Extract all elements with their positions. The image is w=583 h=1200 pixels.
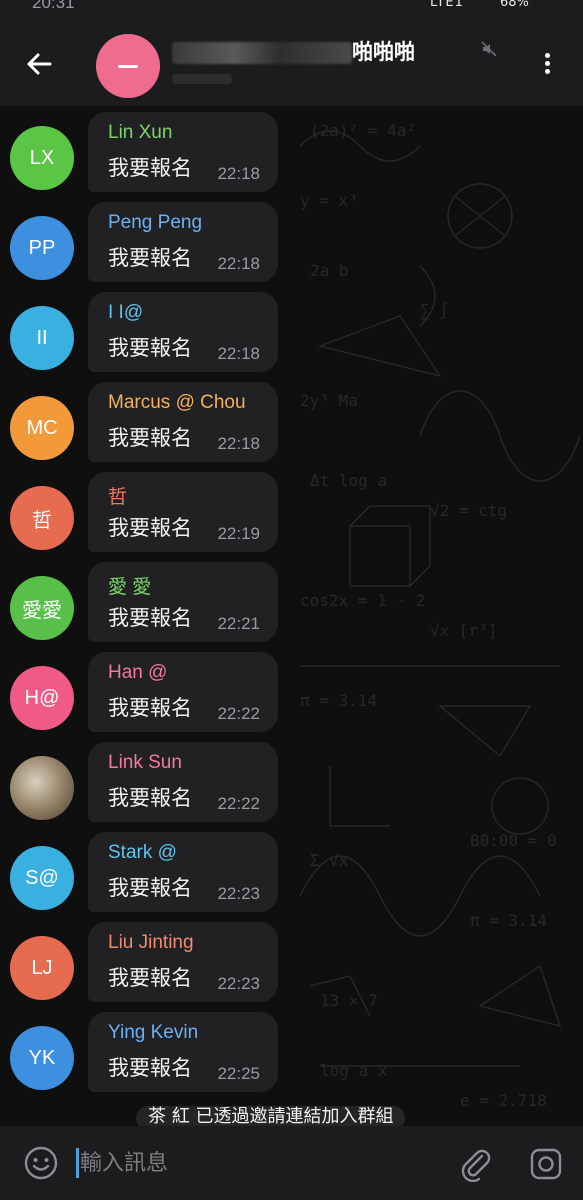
sender-avatar[interactable]: PP [10, 216, 74, 280]
attach-button[interactable] [456, 1144, 494, 1183]
sender-avatar[interactable]: YK [10, 1026, 74, 1090]
sender-name[interactable]: Link Sun [108, 752, 182, 774]
message-bubble[interactable]: Ying Kevin 我要報名 22:25 [88, 1012, 278, 1092]
message-row[interactable]: MC Marcus @ Chou 我要報名 22:18 [0, 376, 583, 462]
sender-avatar[interactable]: H@ [10, 666, 74, 730]
redacted-subtitle [172, 74, 232, 84]
message-time: 22:21 [217, 614, 260, 633]
message-bubble[interactable]: Liu Jinting 我要報名 22:23 [88, 922, 278, 1002]
sender-name[interactable]: Peng Peng [108, 212, 202, 234]
back-button[interactable] [20, 44, 60, 84]
message-bubble[interactable]: Marcus @ Chou 我要報名 22:18 [88, 382, 278, 462]
message-time: 22:23 [217, 974, 260, 993]
text-cursor [76, 1148, 79, 1178]
message-time: 22:18 [217, 344, 260, 363]
chat-header: 啪啪啪 [0, 14, 583, 106]
group-avatar[interactable] [96, 34, 160, 98]
sender-avatar[interactable]: 愛愛 [10, 576, 74, 640]
group-title-suffix: 啪啪啪 [352, 40, 415, 64]
message-input[interactable] [80, 1142, 440, 1184]
signal-indicator: LTE1 [430, 0, 464, 10]
sender-name[interactable]: Liu Jinting [108, 932, 194, 954]
sender-avatar[interactable]: LX [10, 126, 74, 190]
message-input-bar [0, 1126, 583, 1200]
message-bubble[interactable]: Han @ 我要報名 22:22 [88, 652, 278, 732]
message-time: 22:18 [217, 254, 260, 273]
smiley-icon [24, 1146, 58, 1180]
sender-name[interactable]: Lin Xun [108, 122, 172, 144]
message-text: 我要報名 [108, 786, 192, 810]
message-time: 22:25 [217, 1064, 260, 1083]
camera-icon [530, 1148, 562, 1180]
message-text: 我要報名 [108, 246, 192, 270]
message-time: 22:22 [217, 794, 260, 813]
status-time: 20:31 [32, 0, 75, 12]
emoji-button[interactable] [22, 1144, 60, 1182]
message-row[interactable]: YK Ying Kevin 我要報名 22:25 [0, 1006, 583, 1092]
sender-name[interactable]: Han @ [108, 662, 167, 684]
redacted-title [172, 42, 352, 64]
arrow-left-icon [27, 53, 52, 75]
message-bubble[interactable]: Peng Peng 我要報名 22:18 [88, 202, 278, 282]
message-time: 22:18 [217, 164, 260, 183]
message-row[interactable]: LX Lin Xun 我要報名 22:18 [0, 106, 583, 192]
message-bubble[interactable]: Link Sun 我要報名 22:22 [88, 742, 278, 822]
muted-speaker-icon [481, 41, 497, 57]
sender-avatar[interactable]: LJ [10, 936, 74, 1000]
message-row[interactable]: II I I@ 我要報名 22:18 [0, 286, 583, 372]
message-text: 我要報名 [108, 696, 192, 720]
paperclip-icon [461, 1149, 491, 1183]
message-text: 我要報名 [108, 516, 192, 540]
message-row[interactable]: S@ Stark @ 我要報名 22:23 [0, 826, 583, 912]
chat-screen: (2a)² = 4a² y = x³ 2a b ∑ ∫ 2y³ Ma Δt lo… [0, 0, 583, 1200]
message-text: 我要報名 [108, 966, 192, 990]
message-time: 22:19 [217, 524, 260, 543]
message-text: 我要報名 [108, 876, 192, 900]
message-row[interactable]: 愛愛 愛 愛我要報名 22:21 [0, 556, 583, 642]
sender-name[interactable]: Marcus @ Chou [108, 392, 246, 414]
sender-avatar[interactable]: 哲 [10, 486, 74, 550]
message-bubble[interactable]: Lin Xun 我要報名 22:18 [88, 112, 278, 192]
sender-avatar[interactable]: S@ [10, 846, 74, 910]
sender-name[interactable]: I I@ [108, 302, 143, 324]
message-text: 我要報名 [108, 336, 192, 360]
message-bubble[interactable]: 愛 愛我要報名 22:21 [88, 562, 278, 642]
message-bubble[interactable]: Stark @ 我要報名 22:23 [88, 832, 278, 912]
group-title[interactable]: 啪啪啪 [172, 36, 472, 66]
message-text: 我要報名 [108, 156, 192, 180]
message-row[interactable]: 哲哲我要報名 22:19 [0, 466, 583, 552]
message-bubble[interactable]: I I@ 我要報名 22:18 [88, 292, 278, 372]
message-text: 我要報名 [108, 426, 192, 450]
message-time: 22:18 [217, 434, 260, 453]
svg-text:e = 2.718: e = 2.718 [460, 1091, 547, 1110]
camera-button[interactable] [528, 1146, 564, 1182]
kebab-menu-button[interactable] [536, 50, 558, 80]
message-row[interactable]: Link Sun 我要報名 22:22 [0, 736, 583, 822]
message-text: 我要報名 [108, 1056, 192, 1080]
sender-name[interactable]: 愛 愛 [108, 572, 151, 599]
status-bar: 20:31 LTE1 68% [0, 0, 583, 14]
message-row[interactable]: PP Peng Peng 我要報名 22:18 [0, 196, 583, 282]
sender-avatar[interactable]: MC [10, 396, 74, 460]
sender-avatar[interactable] [10, 756, 74, 820]
message-time: 22:22 [217, 704, 260, 723]
message-row[interactable]: LJ Liu Jinting 我要報名 22:23 [0, 916, 583, 1002]
battery-level: 68% [500, 0, 529, 10]
sender-name[interactable]: 哲 [108, 482, 127, 509]
message-text: 我要報名 [108, 606, 192, 630]
sender-name[interactable]: Stark @ [108, 842, 177, 864]
message-time: 22:23 [217, 884, 260, 903]
sender-name[interactable]: Ying Kevin [108, 1022, 198, 1044]
message-bubble[interactable]: 哲我要報名 22:19 [88, 472, 278, 552]
sender-avatar[interactable]: II [10, 306, 74, 370]
message-row[interactable]: H@ Han @ 我要報名 22:22 [0, 646, 583, 732]
